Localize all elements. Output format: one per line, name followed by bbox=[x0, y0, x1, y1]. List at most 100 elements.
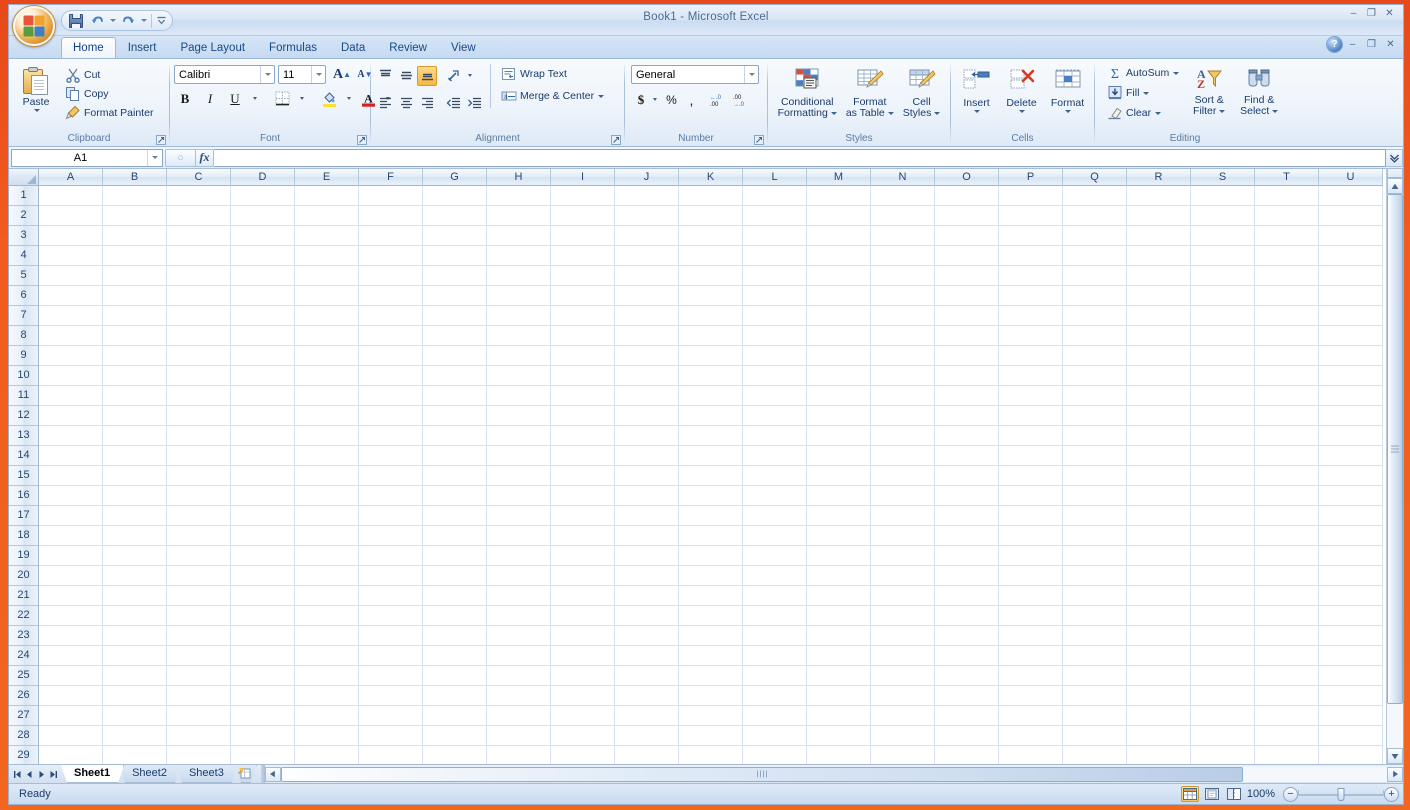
cell-Q8[interactable] bbox=[1063, 326, 1127, 346]
cell-R21[interactable] bbox=[1127, 586, 1191, 606]
cell-C15[interactable] bbox=[167, 466, 231, 486]
cell-S24[interactable] bbox=[1191, 646, 1255, 666]
comma-style-button[interactable]: , bbox=[682, 90, 701, 110]
cell-A25[interactable] bbox=[39, 666, 103, 686]
cell-T6[interactable] bbox=[1255, 286, 1319, 306]
cell-P17[interactable] bbox=[999, 506, 1063, 526]
cell-Q19[interactable] bbox=[1063, 546, 1127, 566]
column-header-U[interactable]: U bbox=[1319, 169, 1383, 186]
cell-I20[interactable] bbox=[551, 566, 615, 586]
cell-B1[interactable] bbox=[103, 186, 167, 206]
cell-E15[interactable] bbox=[295, 466, 359, 486]
accounting-dropdown-icon[interactable] bbox=[650, 89, 660, 110]
cell-S17[interactable] bbox=[1191, 506, 1255, 526]
cell-B18[interactable] bbox=[103, 526, 167, 546]
cell-H4[interactable] bbox=[487, 246, 551, 266]
cell-O24[interactable] bbox=[935, 646, 999, 666]
cell-I16[interactable] bbox=[551, 486, 615, 506]
cell-U18[interactable] bbox=[1319, 526, 1383, 546]
number-format-dropdown-icon[interactable] bbox=[744, 66, 758, 83]
cell-I28[interactable] bbox=[551, 726, 615, 746]
cell-C10[interactable] bbox=[167, 366, 231, 386]
tab-formulas[interactable]: Formulas bbox=[257, 37, 329, 58]
cell-C12[interactable] bbox=[167, 406, 231, 426]
cell-D14[interactable] bbox=[231, 446, 295, 466]
cell-B28[interactable] bbox=[103, 726, 167, 746]
cell-Q4[interactable] bbox=[1063, 246, 1127, 266]
cell-B23[interactable] bbox=[103, 626, 167, 646]
cell-H27[interactable] bbox=[487, 706, 551, 726]
help-icon[interactable]: ? bbox=[1327, 37, 1342, 52]
cell-Q23[interactable] bbox=[1063, 626, 1127, 646]
cell-T17[interactable] bbox=[1255, 506, 1319, 526]
cell-U3[interactable] bbox=[1319, 226, 1383, 246]
name-box[interactable]: A1 bbox=[11, 149, 163, 167]
cell-U16[interactable] bbox=[1319, 486, 1383, 506]
borders-button[interactable] bbox=[271, 88, 293, 109]
row-header-1[interactable]: 1 bbox=[9, 186, 39, 206]
cell-L1[interactable] bbox=[743, 186, 807, 206]
scroll-right-button[interactable] bbox=[1387, 767, 1403, 782]
column-header-A[interactable]: A bbox=[39, 169, 103, 186]
cell-K15[interactable] bbox=[679, 466, 743, 486]
cell-R29[interactable] bbox=[1127, 746, 1191, 764]
cell-Q24[interactable] bbox=[1063, 646, 1127, 666]
cell-E17[interactable] bbox=[295, 506, 359, 526]
cell-D5[interactable] bbox=[231, 266, 295, 286]
cell-H6[interactable] bbox=[487, 286, 551, 306]
fill-dropdown-icon[interactable] bbox=[1143, 92, 1149, 95]
find-select-button[interactable]: Find & Select bbox=[1235, 64, 1283, 120]
cell-N9[interactable] bbox=[871, 346, 935, 366]
cell-L15[interactable] bbox=[743, 466, 807, 486]
cell-H9[interactable] bbox=[487, 346, 551, 366]
cell-J25[interactable] bbox=[615, 666, 679, 686]
cell-D9[interactable] bbox=[231, 346, 295, 366]
cell-B22[interactable] bbox=[103, 606, 167, 626]
cell-A18[interactable] bbox=[39, 526, 103, 546]
cell-P25[interactable] bbox=[999, 666, 1063, 686]
cell-I2[interactable] bbox=[551, 206, 615, 226]
cell-R13[interactable] bbox=[1127, 426, 1191, 446]
cell-B10[interactable] bbox=[103, 366, 167, 386]
cell-I14[interactable] bbox=[551, 446, 615, 466]
cell-B9[interactable] bbox=[103, 346, 167, 366]
column-header-S[interactable]: S bbox=[1191, 169, 1255, 186]
cell-G11[interactable] bbox=[423, 386, 487, 406]
cell-K16[interactable] bbox=[679, 486, 743, 506]
cell-A14[interactable] bbox=[39, 446, 103, 466]
cell-I4[interactable] bbox=[551, 246, 615, 266]
cell-M9[interactable] bbox=[807, 346, 871, 366]
cell-A13[interactable] bbox=[39, 426, 103, 446]
row-header-17[interactable]: 17 bbox=[9, 506, 39, 526]
cell-L19[interactable] bbox=[743, 546, 807, 566]
column-header-O[interactable]: O bbox=[935, 169, 999, 186]
clipboard-dialog-launcher[interactable] bbox=[155, 134, 166, 145]
cell-S28[interactable] bbox=[1191, 726, 1255, 746]
cell-H14[interactable] bbox=[487, 446, 551, 466]
cell-U11[interactable] bbox=[1319, 386, 1383, 406]
cell-A7[interactable] bbox=[39, 306, 103, 326]
cell-R2[interactable] bbox=[1127, 206, 1191, 226]
cell-C9[interactable] bbox=[167, 346, 231, 366]
cell-T26[interactable] bbox=[1255, 686, 1319, 706]
horizontal-scrollbar[interactable] bbox=[265, 765, 1403, 783]
cell-O29[interactable] bbox=[935, 746, 999, 764]
cell-N11[interactable] bbox=[871, 386, 935, 406]
cell-B6[interactable] bbox=[103, 286, 167, 306]
cell-J4[interactable] bbox=[615, 246, 679, 266]
cell-Q29[interactable] bbox=[1063, 746, 1127, 764]
cell-O28[interactable] bbox=[935, 726, 999, 746]
cell-L7[interactable] bbox=[743, 306, 807, 326]
cell-D3[interactable] bbox=[231, 226, 295, 246]
cell-B25[interactable] bbox=[103, 666, 167, 686]
row-header-2[interactable]: 2 bbox=[9, 206, 39, 226]
cell-M14[interactable] bbox=[807, 446, 871, 466]
cell-M12[interactable] bbox=[807, 406, 871, 426]
cell-F3[interactable] bbox=[359, 226, 423, 246]
cell-E22[interactable] bbox=[295, 606, 359, 626]
cell-J19[interactable] bbox=[615, 546, 679, 566]
cell-F21[interactable] bbox=[359, 586, 423, 606]
cell-O13[interactable] bbox=[935, 426, 999, 446]
cell-T22[interactable] bbox=[1255, 606, 1319, 626]
column-header-C[interactable]: C bbox=[167, 169, 231, 186]
